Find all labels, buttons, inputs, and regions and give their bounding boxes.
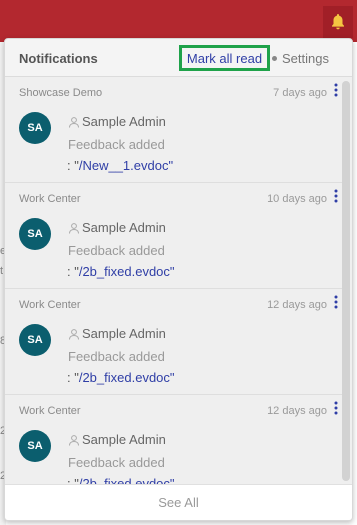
notification-source: Work Center: [19, 299, 81, 311]
user-icon: [69, 434, 79, 446]
notification-item[interactable]: Showcase Demo 7 days ago SA Sample Admin…: [5, 77, 343, 183]
notification-item[interactable]: Work Center 12 days ago SA Sample Admin …: [5, 289, 343, 395]
top-app-bar: [0, 0, 357, 42]
user-name: Sample Admin: [82, 220, 166, 235]
notification-item[interactable]: Work Center 10 days ago SA Sample Admin …: [5, 183, 343, 289]
notification-time: 12 days ago: [267, 299, 327, 311]
notification-item[interactable]: Work Center 12 days ago SA Sample Admin …: [5, 395, 343, 485]
notification-message: Feedback added: [68, 349, 165, 364]
settings-link[interactable]: Settings: [282, 51, 329, 66]
user-icon: [69, 328, 79, 340]
notification-message: Feedback added: [68, 137, 165, 152]
user-icon: [69, 116, 79, 128]
avatar: SA: [19, 218, 51, 250]
notification-message: Feedback added: [68, 455, 165, 470]
notification-time: 12 days ago: [267, 405, 327, 417]
notifications-title: Notifications: [19, 51, 98, 66]
notifications-footer: See All: [5, 484, 352, 520]
notifications-header: Notifications Mark all read Settings: [5, 39, 352, 77]
background-text: t: [0, 265, 4, 277]
document-link[interactable]: /2b_fixed.evdoc: [79, 264, 170, 279]
link-suffix: ": [168, 158, 174, 173]
user-name: Sample Admin: [82, 432, 166, 447]
notification-list[interactable]: Showcase Demo 7 days ago SA Sample Admin…: [5, 77, 352, 485]
notification-user: Sample Admin: [68, 326, 166, 341]
list-scrollbar[interactable]: [342, 81, 350, 481]
notification-user: Sample Admin: [68, 220, 166, 235]
document-link[interactable]: /New__1.evdoc: [79, 158, 169, 173]
notification-source: Work Center: [19, 193, 81, 205]
kebab-menu-icon[interactable]: [331, 401, 341, 419]
see-all-link[interactable]: See All: [158, 495, 198, 510]
avatar: SA: [19, 324, 51, 356]
notification-link-line: : "/2b_fixed.evdoc": [67, 370, 175, 385]
notifications-button[interactable]: [323, 6, 353, 38]
kebab-menu-icon[interactable]: [331, 189, 341, 207]
notification-link-line: : "/2b_fixed.evdoc": [67, 264, 175, 279]
avatar: SA: [19, 430, 51, 462]
notifications-dropdown: Notifications Mark all read Settings Sho…: [4, 38, 353, 521]
link-suffix: ": [169, 370, 175, 385]
notification-source: Work Center: [19, 405, 81, 417]
bell-icon: [332, 14, 344, 30]
user-name: Sample Admin: [82, 114, 166, 129]
notification-message: Feedback added: [68, 243, 165, 258]
user-name: Sample Admin: [82, 326, 166, 341]
kebab-menu-icon[interactable]: [331, 295, 341, 313]
separator-dot: [272, 56, 277, 61]
link-prefix: : ": [67, 264, 79, 279]
scrollbar-thumb[interactable]: [342, 81, 350, 481]
link-prefix: : ": [67, 158, 79, 173]
notification-source: Showcase Demo: [19, 87, 103, 99]
mark-all-read-link[interactable]: Mark all read: [179, 45, 270, 71]
notification-user: Sample Admin: [68, 432, 166, 447]
avatar: SA: [19, 112, 51, 144]
notification-user: Sample Admin: [68, 114, 166, 129]
kebab-menu-icon[interactable]: [331, 83, 341, 101]
notification-time: 10 days ago: [267, 193, 327, 205]
user-icon: [69, 222, 79, 234]
notification-link-line: : "/New__1.evdoc": [67, 158, 173, 173]
link-suffix: ": [169, 264, 175, 279]
notification-time: 7 days ago: [273, 87, 327, 99]
document-link[interactable]: /2b_fixed.evdoc: [79, 370, 170, 385]
link-prefix: : ": [67, 370, 79, 385]
